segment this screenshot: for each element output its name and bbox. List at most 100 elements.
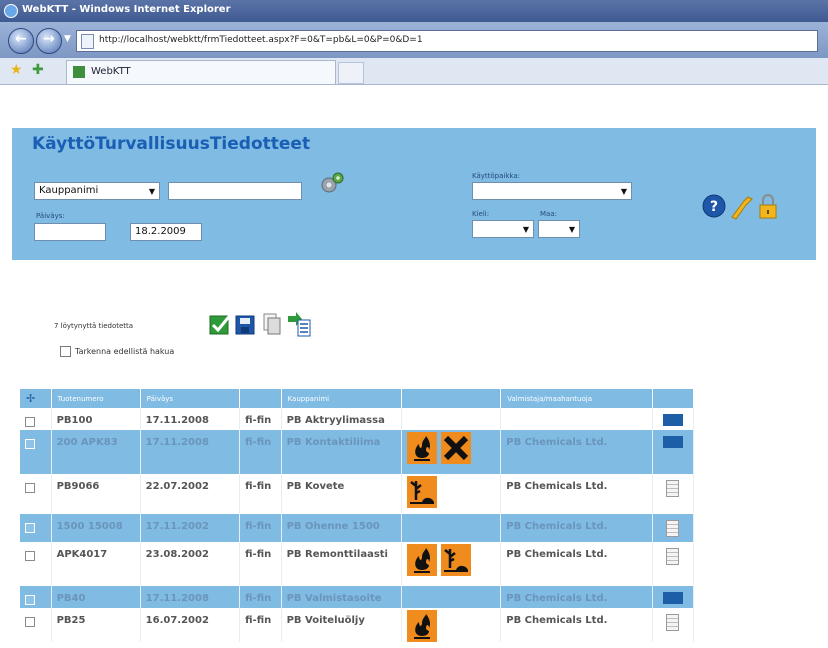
product-number-cell: 1500 15008 [51, 514, 141, 542]
url-field[interactable]: http://localhost/webktt/frmTiedotteet.as… [76, 30, 818, 52]
browser-tab[interactable]: WebKTT [66, 60, 336, 84]
export-list-icon[interactable] [288, 312, 311, 337]
result-count: 7 löytynyttä tiedotetta [54, 322, 134, 330]
row-checkbox[interactable] [25, 617, 35, 627]
refine-search-checkbox[interactable] [60, 346, 71, 357]
refine-search-row[interactable]: Tarkenna edellistä hakua [60, 346, 174, 357]
row-language-cell: fi-fin [239, 474, 282, 514]
row-language: fi-fin [245, 437, 272, 448]
forward-button[interactable]: → [36, 28, 62, 54]
hazard-symbols-cell [401, 430, 502, 474]
results-info-area: 7 löytynyttä tiedotetta Tarkenna edellis… [12, 270, 816, 380]
table-row[interactable]: PB9066 22.07.2002 fi-fin PB Kovete PB Chemic… [20, 474, 694, 514]
open-document-icon[interactable] [662, 436, 683, 448]
row-language: fi-fin [245, 521, 272, 532]
row-checkbox[interactable] [25, 523, 35, 533]
row-language-cell: fi-fin [239, 542, 282, 586]
language-select[interactable]: ▼ [472, 220, 534, 238]
document-page-icon[interactable] [666, 548, 680, 565]
svg-text:?: ? [710, 199, 718, 215]
history-dropdown-icon[interactable]: ▼ [64, 34, 71, 44]
help-icon[interactable]: ? [702, 194, 726, 218]
trade-name[interactable]: PB Voiteluöljy [287, 608, 396, 626]
document-page-icon[interactable] [666, 614, 680, 631]
row-checkbox[interactable] [25, 417, 35, 427]
row-checkbox[interactable] [25, 439, 35, 449]
settings-wrench-icon[interactable] [731, 196, 753, 220]
row-checkbox[interactable] [25, 595, 35, 605]
header-language[interactable] [239, 389, 282, 408]
manufacturer-cell: PB Chemicals Ltd. [500, 430, 653, 474]
header-document [652, 389, 694, 408]
open-document-icon[interactable] [662, 592, 683, 604]
trade-name[interactable]: PB Aktryylimassa [287, 408, 396, 426]
date-from-input[interactable] [34, 223, 106, 241]
document-cell [652, 608, 694, 642]
header-manufacturer[interactable]: Valmistaja/maahantuoja [500, 389, 653, 408]
row-date: 16.07.2002 [145, 615, 209, 626]
product-number: 200 APK83 [56, 437, 118, 448]
table-row[interactable]: PB25 16.07.2002 fi-fin PB Voiteluöljy PB Che… [20, 608, 694, 642]
page-icon [81, 34, 94, 49]
select-all-header[interactable]: ✢ [20, 389, 52, 408]
table-row[interactable]: PB100 17.11.2008 fi-fin PB Aktryylimassa [20, 408, 694, 430]
row-language-cell: fi-fin [239, 514, 282, 542]
product-number: PB25 [56, 615, 86, 626]
hazard-symbols-cell [401, 408, 502, 430]
product-number: PB9066 [56, 481, 100, 492]
header-date[interactable]: Päiväys [140, 389, 241, 408]
lock-icon[interactable] [759, 194, 777, 219]
back-button[interactable]: ← [8, 28, 34, 54]
row-checkbox[interactable] [25, 483, 35, 493]
check-all-icon[interactable] [209, 312, 234, 335]
row-select-cell [20, 542, 52, 586]
url-text: http://localhost/webktt/frmTiedotteet.as… [99, 35, 423, 45]
row-date-cell: 22.07.2002 [140, 474, 241, 514]
row-language: fi-fin [245, 615, 272, 626]
date-to-input[interactable]: 18.2.2009 [130, 223, 202, 241]
usage-select[interactable]: ▼ [472, 182, 632, 200]
copy-pages-icon[interactable] [263, 313, 281, 335]
usage-label: Käyttöpaikka: [472, 172, 520, 180]
open-document-icon[interactable] [662, 414, 683, 426]
search-field-select[interactable]: Kauppanimi ▼ [34, 182, 160, 200]
trade-name[interactable]: PB Valmistasoite [287, 586, 396, 604]
table-row[interactable]: 200 APK83 17.11.2008 fi-fin PB Kontaktiliim… [20, 430, 694, 474]
row-date-cell: 16.07.2002 [140, 608, 241, 642]
table-row[interactable]: PB40 17.11.2008 fi-fin PB Valmistasoite PB C… [20, 586, 694, 608]
trade-name[interactable]: PB Remonttilaasti [287, 542, 396, 560]
favorites-star-icon[interactable]: ★ [10, 62, 23, 78]
table-row[interactable]: APK4017 23.08.2002 fi-fin PB Remonttilaasti… [20, 542, 694, 586]
product-number: PB40 [56, 593, 86, 604]
manufacturer: PB Chemicals Ltd. [506, 549, 608, 560]
trade-name[interactable]: PB Ohenne 1500 [287, 514, 396, 532]
document-cell [652, 542, 694, 586]
manufacturer: PB Chemicals Ltd. [506, 615, 608, 626]
forward-arrow-icon: → [43, 31, 55, 47]
app-title: KäyttöTurvallisuusTiedotteet [32, 134, 311, 154]
trade-name-cell: PB Kontaktiliima [281, 430, 402, 474]
trade-name[interactable]: PB Kontaktiliima [287, 430, 396, 448]
search-input[interactable] [168, 182, 302, 200]
add-favorite-icon[interactable]: ✚ [32, 62, 44, 78]
row-language: fi-fin [245, 593, 272, 604]
document-page-icon[interactable] [666, 520, 680, 537]
tab-bar: ★ ✚ WebKTT [0, 58, 828, 85]
harmful-x-icon [440, 432, 471, 464]
row-date-cell: 17.11.2008 [140, 430, 241, 474]
save-disk-icon[interactable] [235, 315, 255, 335]
header-product-number[interactable]: Tuotenumero [51, 389, 141, 408]
header-icon-group: ? [702, 194, 777, 220]
search-gear-icon[interactable] [319, 170, 345, 196]
table-row[interactable]: 1500 15008 17.11.2002 fi-fin PB Ohenne 1500… [20, 514, 694, 542]
manufacturer [506, 408, 646, 415]
language-label: Kieli: [472, 210, 490, 218]
hazard-symbols-cell [401, 608, 502, 642]
new-tab-button[interactable] [338, 62, 364, 84]
row-checkbox[interactable] [25, 551, 35, 561]
header-trade-name[interactable]: Kauppanimi [281, 389, 402, 408]
document-page-icon[interactable] [666, 480, 680, 497]
country-select[interactable]: ▼ [538, 220, 580, 238]
trade-name[interactable]: PB Kovete [287, 474, 396, 492]
row-select-cell [20, 408, 52, 430]
